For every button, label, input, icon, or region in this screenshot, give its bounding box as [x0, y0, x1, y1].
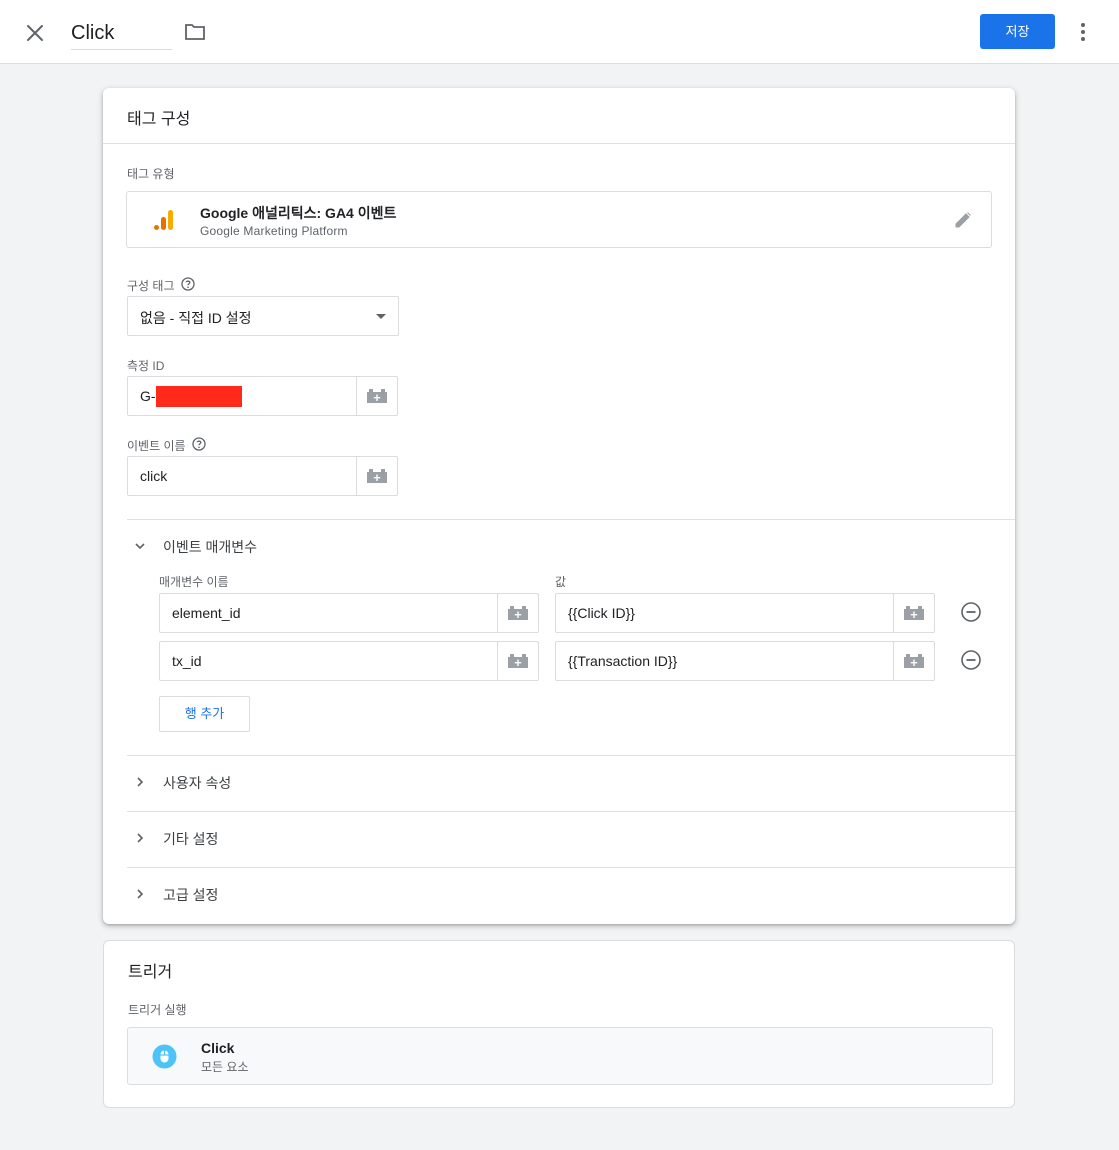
add-variable-button[interactable] — [497, 642, 538, 680]
measurement-id-input[interactable]: G- — [127, 376, 398, 416]
param-value-input[interactable]: {{Transaction ID}} — [555, 641, 935, 681]
param-value-input[interactable]: {{Click ID}} — [555, 593, 935, 633]
divider — [103, 143, 1015, 144]
event-name-label: 이벤트 이름 — [127, 439, 186, 453]
section-label: 이벤트 매개변수 — [163, 539, 258, 555]
add-variable-button[interactable] — [893, 594, 934, 632]
close-icon[interactable] — [22, 20, 48, 46]
section-label: 고급 설정 — [163, 887, 219, 903]
param-name-input[interactable]: tx_id — [159, 641, 539, 681]
param-value-column-header: 값 — [555, 575, 567, 589]
chevron-right-icon — [134, 887, 146, 899]
event-name-value: click — [140, 468, 168, 484]
measurement-id-value: G- — [140, 388, 156, 404]
tag-config-card: 태그 구성 태그 유형 Google 애널리틱스: GA4 이벤트 Google… — [103, 88, 1015, 924]
card-title: 트리거 — [128, 964, 173, 981]
add-variable-button[interactable] — [356, 457, 397, 495]
config-tag-label: 구성 태그 — [127, 279, 175, 293]
other-settings-section-toggle[interactable]: 기타 설정 — [127, 811, 1015, 867]
param-name-input[interactable]: element_id — [159, 593, 539, 633]
advanced-settings-section-toggle[interactable]: 고급 설정 — [127, 867, 1015, 923]
param-name-column-header: 매개변수 이름 — [159, 575, 229, 589]
add-variable-button[interactable] — [893, 642, 934, 680]
top-bar: Click 저장 — [0, 0, 1119, 64]
user-properties-section-toggle[interactable]: 사용자 속성 — [127, 755, 1015, 811]
trigger-card: 트리거 트리거 실행 Click 모든 요소 — [103, 940, 1015, 1108]
param-value-value: {{Click ID}} — [568, 605, 635, 621]
param-value-value: {{Transaction ID}} — [568, 653, 678, 669]
firing-triggers-label: 트리거 실행 — [128, 1003, 187, 1017]
add-variable-button[interactable] — [356, 377, 397, 415]
card-title: 태그 구성 — [127, 111, 191, 128]
section-label: 기타 설정 — [163, 831, 219, 847]
help-icon[interactable] — [181, 277, 195, 291]
tag-name-input[interactable]: Click — [71, 16, 172, 50]
param-name-value: element_id — [172, 605, 241, 621]
tag-type-box[interactable]: Google 애널리틱스: GA4 이벤트 Google Marketing P… — [126, 191, 992, 248]
remove-row-icon[interactable] — [960, 601, 982, 623]
help-icon[interactable] — [192, 437, 206, 451]
section-label: 사용자 속성 — [163, 775, 232, 791]
tag-type-vendor: Google Marketing Platform — [200, 224, 348, 238]
dropdown-arrow-icon — [376, 314, 386, 319]
redacted-region — [156, 386, 242, 407]
chevron-down-icon — [134, 539, 146, 551]
add-row-button[interactable]: 행 추가 — [159, 696, 250, 732]
tag-type-label: 태그 유형 — [127, 167, 175, 181]
remove-row-icon[interactable] — [960, 649, 982, 671]
param-name-value: tx_id — [172, 653, 202, 669]
measurement-id-label: 측정 ID — [127, 359, 165, 373]
event-params-section-toggle[interactable]: 이벤트 매개변수 — [127, 519, 1015, 575]
mouse-click-icon — [152, 1044, 177, 1069]
config-tag-select[interactable]: 없음 - 직접 ID 설정 — [127, 296, 399, 336]
edit-icon[interactable] — [953, 210, 973, 230]
chevron-right-icon — [134, 831, 146, 843]
add-variable-button[interactable] — [497, 594, 538, 632]
trigger-item[interactable]: Click 모든 요소 — [127, 1027, 993, 1085]
more-vert-icon[interactable] — [1072, 20, 1094, 44]
folder-icon[interactable] — [183, 21, 207, 43]
event-name-input[interactable]: click — [127, 456, 398, 496]
google-analytics-icon — [152, 208, 176, 232]
chevron-right-icon — [134, 775, 146, 787]
trigger-name: Click — [201, 1040, 235, 1056]
trigger-description: 모든 요소 — [201, 1060, 249, 1074]
config-tag-value: 없음 - 직접 ID 설정 — [140, 310, 252, 326]
save-button[interactable]: 저장 — [980, 14, 1055, 49]
tag-type-name: Google 애널리틱스: GA4 이벤트 — [200, 205, 397, 221]
